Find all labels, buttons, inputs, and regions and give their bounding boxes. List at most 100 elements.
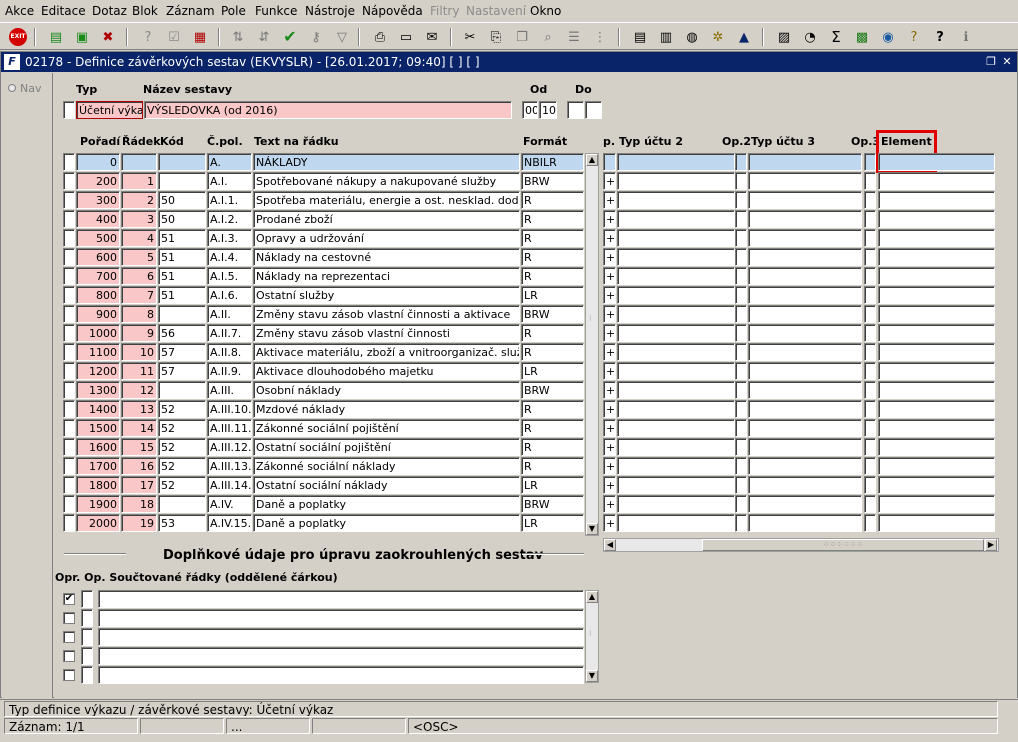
cpol-cell[interactable]: A.I.6. bbox=[207, 286, 252, 304]
poradi-cell[interactable]: 300 bbox=[76, 191, 120, 209]
kod-cell[interactable]: 50 bbox=[158, 191, 206, 209]
scroll-left-icon[interactable]: ◀ bbox=[604, 539, 616, 551]
format-cell[interactable]: R bbox=[521, 248, 584, 266]
typ2-cell[interactable] bbox=[617, 362, 735, 380]
op2-cell[interactable] bbox=[735, 210, 747, 228]
kod-cell[interactable]: 52 bbox=[158, 457, 206, 475]
op-field[interactable] bbox=[81, 609, 93, 627]
row-selector[interactable] bbox=[63, 362, 75, 380]
row-selector[interactable] bbox=[63, 191, 75, 209]
element-cell[interactable] bbox=[878, 362, 995, 380]
format-cell[interactable]: BRW bbox=[521, 495, 584, 513]
menu-napoveda[interactable]: Nápověda bbox=[362, 4, 423, 18]
op2-cell[interactable] bbox=[735, 153, 747, 171]
kod-cell[interactable]: 57 bbox=[158, 362, 206, 380]
op-field[interactable] bbox=[81, 666, 93, 684]
row-selector[interactable] bbox=[63, 343, 75, 361]
row-selector[interactable] bbox=[63, 305, 75, 323]
element-cell[interactable] bbox=[878, 514, 995, 532]
typ3-cell[interactable] bbox=[748, 362, 862, 380]
text-cell[interactable]: Spotřeba materiálu, energie a ost. neskl… bbox=[253, 191, 520, 209]
op-cell[interactable]: + bbox=[603, 267, 616, 285]
format-cell[interactable]: R bbox=[521, 457, 584, 475]
kod-cell[interactable]: 52 bbox=[158, 438, 206, 456]
typ2-cell[interactable] bbox=[617, 438, 735, 456]
format-cell[interactable]: R bbox=[521, 438, 584, 456]
row-selector[interactable] bbox=[63, 476, 75, 494]
sort-asc-icon[interactable]: ⇅ bbox=[228, 27, 248, 47]
od-field-1[interactable]: 00 bbox=[522, 101, 538, 119]
element-cell[interactable] bbox=[878, 495, 995, 513]
opr-checkbox[interactable]: ✔ bbox=[63, 593, 75, 605]
op2-cell[interactable] bbox=[735, 381, 747, 399]
poradi-cell[interactable]: 1200 bbox=[76, 362, 120, 380]
text-cell[interactable]: Zákonné sociální pojištění bbox=[253, 419, 520, 437]
format-cell[interactable]: LR bbox=[521, 362, 584, 380]
kod-cell[interactable]: 52 bbox=[158, 476, 206, 494]
cut-icon[interactable]: ✂ bbox=[460, 27, 480, 47]
row-selector[interactable] bbox=[63, 267, 75, 285]
key-icon[interactable]: ⚷ bbox=[306, 27, 326, 47]
row-selector[interactable] bbox=[63, 324, 75, 342]
cpol-cell[interactable]: A.IV. bbox=[207, 495, 252, 513]
poradi-cell[interactable]: 1500 bbox=[76, 419, 120, 437]
typ2-cell[interactable] bbox=[617, 248, 735, 266]
radek-cell[interactable]: 16 bbox=[121, 457, 157, 475]
poradi-cell[interactable]: 1400 bbox=[76, 400, 120, 418]
typ2-cell[interactable] bbox=[617, 267, 735, 285]
radek-cell[interactable]: 5 bbox=[121, 248, 157, 266]
element-cell[interactable] bbox=[878, 191, 995, 209]
excel-icon[interactable]: ▩ bbox=[852, 27, 872, 47]
text-cell[interactable]: Mzdové náklady bbox=[253, 400, 520, 418]
scroll-up-icon[interactable]: ▲ bbox=[586, 154, 598, 166]
menu-editace[interactable]: Editace bbox=[41, 4, 86, 18]
op-cell[interactable]: + bbox=[603, 286, 616, 304]
summed-rows-field[interactable] bbox=[98, 609, 584, 627]
chart-icon[interactable]: ▨ bbox=[774, 27, 794, 47]
execute-query-icon[interactable]: ☑ bbox=[164, 27, 184, 47]
format-cell[interactable]: R bbox=[521, 229, 584, 247]
format-cell[interactable]: R bbox=[521, 267, 584, 285]
kod-cell[interactable]: 51 bbox=[158, 248, 206, 266]
typ3-cell[interactable] bbox=[748, 343, 862, 361]
radek-cell[interactable]: 7 bbox=[121, 286, 157, 304]
sort-desc-icon[interactable]: ⇵ bbox=[254, 27, 274, 47]
op-cell[interactable]: + bbox=[603, 191, 616, 209]
mail-icon[interactable]: ✉ bbox=[422, 27, 442, 47]
menu-dotaz[interactable]: Dotaz bbox=[92, 4, 127, 18]
element-cell[interactable] bbox=[878, 305, 995, 323]
scroll-down-icon[interactable]: ▼ bbox=[586, 523, 598, 535]
op-cell[interactable]: + bbox=[603, 248, 616, 266]
typ3-cell[interactable] bbox=[748, 229, 862, 247]
text-cell[interactable]: Opravy a udržování bbox=[253, 229, 520, 247]
radek-cell[interactable]: 17 bbox=[121, 476, 157, 494]
settings-icon[interactable]: ✲ bbox=[708, 27, 728, 47]
kod-cell[interactable]: 56 bbox=[158, 324, 206, 342]
radek-cell[interactable]: 2 bbox=[121, 191, 157, 209]
poradi-cell[interactable]: 1800 bbox=[76, 476, 120, 494]
radek-cell[interactable]: 3 bbox=[121, 210, 157, 228]
cpol-cell[interactable]: A.III. bbox=[207, 381, 252, 399]
op2-cell[interactable] bbox=[735, 286, 747, 304]
text-cell[interactable]: Změny stavu zásob vlastní činnosti a akt… bbox=[253, 305, 520, 323]
cpol-cell[interactable]: A.III.11. bbox=[207, 419, 252, 437]
text-cell[interactable]: Ostatní sociální pojištění bbox=[253, 438, 520, 456]
radek-cell[interactable]: 8 bbox=[121, 305, 157, 323]
radek-cell[interactable]: 11 bbox=[121, 362, 157, 380]
element-cell[interactable] bbox=[878, 210, 995, 228]
format-cell[interactable]: BRW bbox=[521, 172, 584, 190]
row-selector[interactable] bbox=[63, 381, 75, 399]
format-cell[interactable]: R bbox=[521, 324, 584, 342]
op2-cell[interactable] bbox=[735, 457, 747, 475]
row-selector[interactable] bbox=[63, 229, 75, 247]
cpol-cell[interactable]: A.III.13. bbox=[207, 457, 252, 475]
poradi-cell[interactable]: 900 bbox=[76, 305, 120, 323]
op-cell[interactable]: + bbox=[603, 343, 616, 361]
row-selector[interactable] bbox=[63, 153, 75, 171]
triangle-icon[interactable]: ▲ bbox=[734, 27, 754, 47]
row-selector[interactable] bbox=[63, 172, 75, 190]
text-cell[interactable]: Aktivace materiálu, zboží a vnitroorgani… bbox=[253, 343, 520, 361]
typ2-cell[interactable] bbox=[617, 495, 735, 513]
typ3-cell[interactable] bbox=[748, 381, 862, 399]
op3-cell[interactable] bbox=[864, 438, 876, 456]
